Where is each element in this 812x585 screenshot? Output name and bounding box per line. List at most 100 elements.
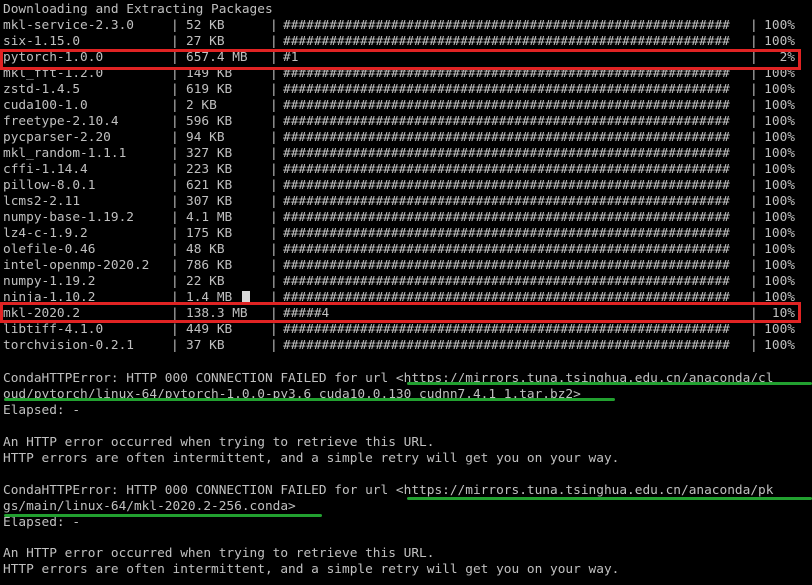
progress-bar: ########################################…	[283, 322, 730, 337]
package-size: 657.4 MB	[186, 50, 248, 65]
package-row: pycparser-2.20 | 94 KB | ###################…	[0, 130, 812, 146]
progress-bar: #####4	[283, 306, 330, 321]
error-2-message-1: An HTTP error occurred when trying to re…	[3, 546, 435, 561]
package-size: 223 KB	[186, 162, 233, 177]
package-name: pillow-8.0.1	[3, 178, 96, 193]
column-separator: |	[171, 18, 179, 33]
column-separator: |	[750, 162, 758, 177]
package-name: cffi-1.14.4	[3, 162, 88, 177]
column-separator: |	[750, 194, 758, 209]
package-percent: 100%	[764, 146, 795, 161]
column-separator: |	[171, 210, 179, 225]
progress-bar: ########################################…	[283, 178, 730, 193]
package-percent: 100%	[764, 162, 795, 177]
package-name: lcms2-2.11	[3, 194, 81, 209]
package-name: mkl-service-2.3.0	[3, 18, 134, 33]
column-separator: |	[750, 98, 758, 113]
column-separator: |	[270, 338, 278, 353]
package-size: 596 KB	[186, 114, 233, 129]
package-name: pytorch-1.0.0	[3, 50, 104, 65]
column-separator: |	[270, 50, 278, 65]
package-size: 37 KB	[186, 338, 225, 353]
package-percent: 100%	[764, 194, 795, 209]
package-percent: 100%	[764, 242, 795, 257]
progress-bar: ########################################…	[283, 210, 730, 225]
package-row: pillow-8.0.1 | 621 KB | ####################…	[0, 178, 812, 194]
progress-bar: ########################################…	[283, 226, 730, 241]
progress-bar: ########################################…	[283, 146, 730, 161]
error-2-line-1: CondaHTTPError: HTTP 000 CONNECTION FAIL…	[3, 483, 774, 498]
package-percent: 100%	[764, 178, 795, 193]
package-row: mkl-service-2.3.0 | 52 KB | ################…	[0, 18, 812, 34]
package-size: 138.3 MB	[186, 306, 248, 321]
package-size: 27 KB	[186, 34, 225, 49]
package-name: mkl_random-1.1.1	[3, 146, 127, 161]
error-1-line-1: CondaHTTPError: HTTP 000 CONNECTION FAIL…	[3, 371, 774, 386]
package-name: mkl_fft-1.2.0	[3, 66, 104, 81]
package-row: lz4-c-1.9.2 | 175 KB | #####################…	[0, 226, 812, 242]
column-separator: |	[171, 274, 179, 289]
column-separator: |	[750, 242, 758, 257]
column-separator: |	[171, 338, 179, 353]
package-percent: 2%	[779, 50, 795, 65]
package-row: ninja-1.10.2 | 1.4 MB | ####################…	[0, 290, 812, 306]
package-row: mkl-2020.2 | 138.3 MB | #####4 | 10%	[0, 306, 812, 322]
column-separator: |	[270, 210, 278, 225]
progress-bar: ########################################…	[283, 274, 730, 289]
package-size: 4.1 MB	[186, 210, 233, 225]
package-size: 327 KB	[186, 146, 233, 161]
column-separator: |	[270, 242, 278, 257]
progress-bar: ########################################…	[283, 18, 730, 33]
column-separator: |	[270, 290, 278, 305]
package-name: olefile-0.46	[3, 242, 96, 257]
package-size: 307 KB	[186, 194, 233, 209]
column-separator: |	[270, 146, 278, 161]
column-separator: |	[171, 82, 179, 97]
package-percent: 100%	[764, 274, 795, 289]
column-separator: |	[171, 242, 179, 257]
error-2-line-2: gs/main/linux-64/mkl-2020.2-256.conda>	[3, 499, 296, 514]
progress-bar: #1	[283, 50, 299, 65]
package-row: libtiff-4.1.0 | 449 KB | ###################…	[0, 322, 812, 338]
column-separator: |	[270, 194, 278, 209]
progress-bar: ########################################…	[283, 130, 730, 145]
package-name: six-1.15.0	[3, 34, 81, 49]
progress-bar: ########################################…	[283, 162, 730, 177]
package-name: zstd-1.4.5	[3, 82, 81, 97]
column-separator: |	[270, 162, 278, 177]
header-line: Downloading and Extracting Packages	[3, 2, 273, 17]
package-size: 48 KB	[186, 242, 225, 257]
package-percent: 100%	[764, 98, 795, 113]
column-separator: |	[750, 226, 758, 241]
package-row: cffi-1.14.4 | 223 KB | #####################…	[0, 162, 812, 178]
column-separator: |	[171, 98, 179, 113]
package-size: 1.4 MB	[186, 290, 233, 305]
column-separator: |	[750, 82, 758, 97]
column-separator: |	[171, 50, 179, 65]
column-separator: |	[750, 130, 758, 145]
column-separator: |	[750, 114, 758, 129]
package-percent: 100%	[764, 34, 795, 49]
package-name: cuda100-1.0	[3, 98, 88, 113]
progress-bar: ########################################…	[283, 98, 730, 113]
package-name: numpy-1.19.2	[3, 274, 96, 289]
column-separator: |	[171, 130, 179, 145]
column-separator: |	[270, 178, 278, 193]
progress-bar: ########################################…	[283, 338, 730, 353]
package-row: numpy-1.19.2 | 22 KB | #####################…	[0, 274, 812, 290]
column-separator: |	[270, 322, 278, 337]
package-name: libtiff-4.1.0	[3, 322, 104, 337]
column-separator: |	[750, 50, 758, 65]
column-separator: |	[750, 322, 758, 337]
error-1-elapsed: Elapsed: -	[3, 403, 81, 418]
error-1-message-1: An HTTP error occurred when trying to re…	[3, 435, 435, 450]
column-separator: |	[750, 146, 758, 161]
progress-bar: ########################################…	[283, 114, 730, 129]
terminal-window[interactable]: Downloading and Extracting Packages mkl-…	[0, 0, 812, 585]
column-separator: |	[270, 66, 278, 81]
package-size: 621 KB	[186, 178, 233, 193]
package-row: cuda100-1.0 | 2 KB | #######################…	[0, 98, 812, 114]
column-separator: |	[171, 178, 179, 193]
package-name: lz4-c-1.9.2	[3, 226, 88, 241]
package-percent: 100%	[764, 82, 795, 97]
